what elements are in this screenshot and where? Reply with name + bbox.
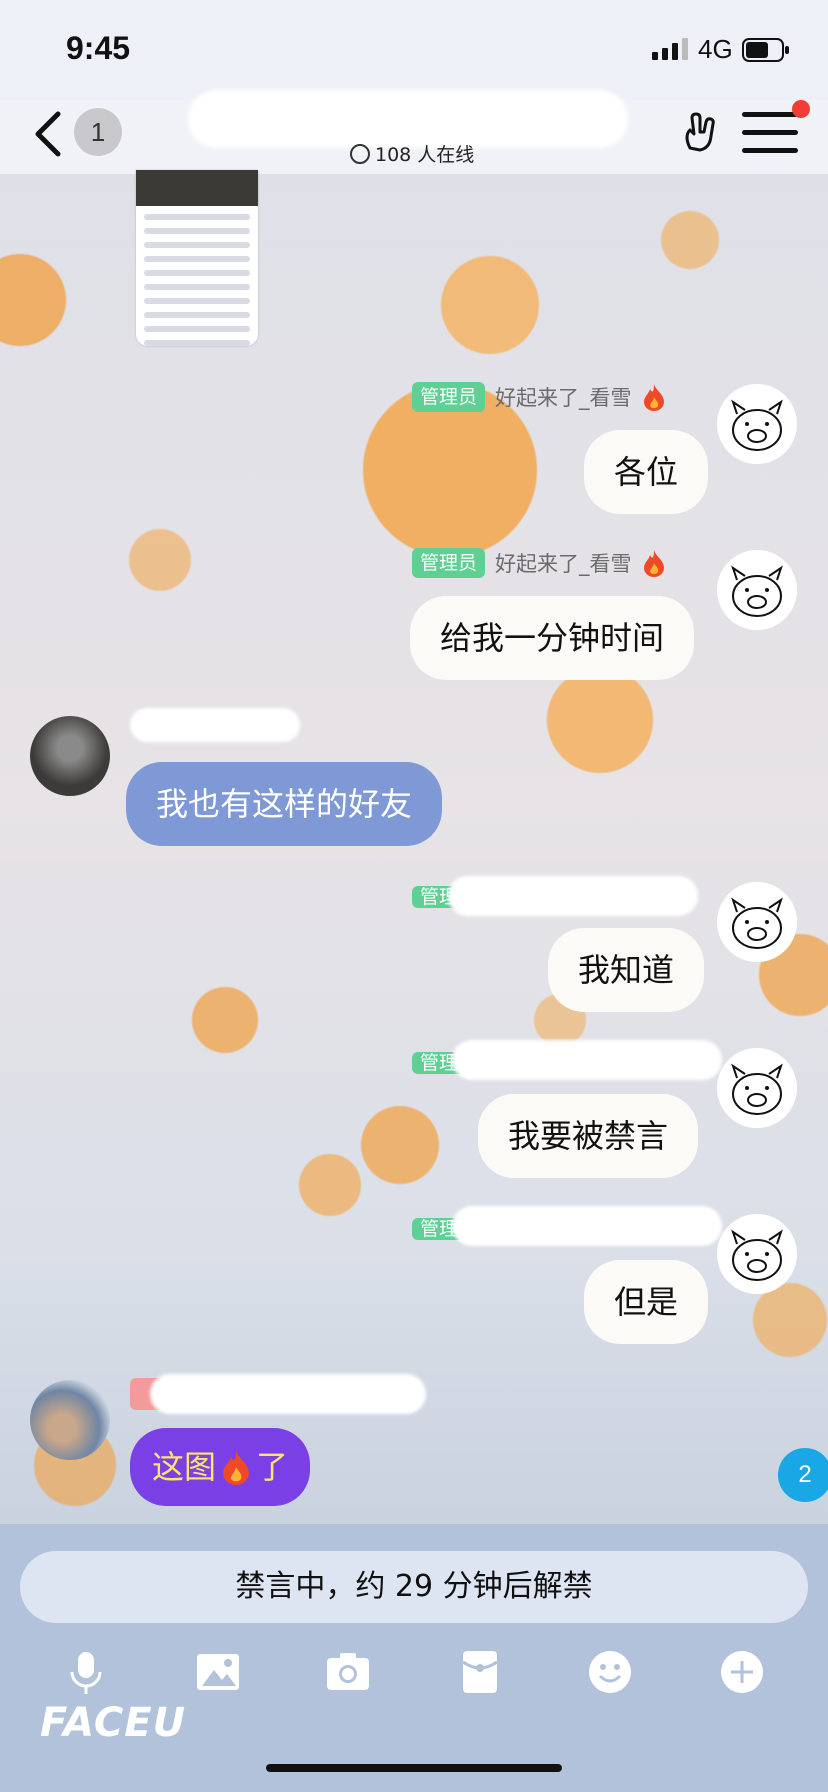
pig-avatar-icon[interactable] <box>717 1048 797 1128</box>
menu-icon[interactable] <box>740 110 800 156</box>
pig-avatar-icon[interactable] <box>717 550 797 630</box>
pig-avatar-icon[interactable] <box>717 384 797 464</box>
image-icon[interactable] <box>194 1648 242 1696</box>
hand-gesture-icon[interactable] <box>682 110 722 154</box>
mute-notice: 禁言中，约 29 分钟后解禁 <box>20 1551 808 1623</box>
sender-name: 好起来了_看雪 <box>495 386 632 410</box>
user-avatar[interactable] <box>30 716 110 796</box>
home-indicator[interactable] <box>266 1764 562 1772</box>
sender-name-redacted <box>452 1040 722 1080</box>
sender-name-redacted <box>150 1374 426 1414</box>
online-count-text: 108 人在线 <box>375 144 475 166</box>
faceu-watermark: FACEU <box>40 1700 187 1746</box>
back-arrow-icon[interactable] <box>28 106 68 162</box>
message-bubble[interactable]: 这图 了 <box>130 1428 311 1506</box>
fire-icon <box>223 1450 249 1485</box>
notification-dot <box>792 100 810 118</box>
sender-name-redacted <box>448 876 698 916</box>
fire-icon <box>643 384 664 411</box>
message-header: 管理员 好起来了_看雪 <box>412 382 666 412</box>
sender-name-redacted <box>452 1206 722 1246</box>
message-bubble[interactable]: 我也有这样的好友 <box>126 762 443 846</box>
online-count[interactable]: 108 人在线 <box>350 140 474 167</box>
back-unread-badge[interactable]: 1 <box>74 108 122 156</box>
admin-tag: 管理员 <box>412 548 486 578</box>
admin-tag: 管理员 <box>412 382 486 412</box>
user-avatar[interactable] <box>30 1380 110 1460</box>
online-dropdown-icon <box>350 144 370 164</box>
sender-name-redacted <box>130 708 300 742</box>
message-bubble[interactable]: 给我一分钟时间 <box>410 596 695 680</box>
pig-avatar-icon[interactable] <box>717 1214 797 1294</box>
battery-icon <box>742 38 789 62</box>
camera-icon[interactable] <box>324 1648 372 1696</box>
signal-icon <box>652 38 688 60</box>
fire-icon <box>643 550 664 577</box>
microphone-icon[interactable] <box>62 1648 110 1696</box>
message-text: 了 <box>256 1448 289 1486</box>
message-header: 管理员 好起来了_看雪 <box>412 548 666 578</box>
unread-count-badge[interactable]: 2 <box>778 1448 828 1502</box>
pig-avatar-icon[interactable] <box>717 882 797 962</box>
message-bubble[interactable]: 各位 <box>584 430 709 514</box>
emoji-icon[interactable] <box>586 1648 634 1696</box>
status-time: 9:45 <box>66 30 131 66</box>
image-message[interactable] <box>136 170 258 346</box>
message-bubble[interactable]: 我要被禁言 <box>478 1094 699 1178</box>
message-text: 这图 <box>152 1448 217 1486</box>
message-bubble[interactable]: 但是 <box>584 1260 709 1344</box>
red-packet-icon[interactable] <box>456 1648 504 1696</box>
message-bubble[interactable]: 我知道 <box>548 928 705 1012</box>
sender-name: 好起来了_看雪 <box>495 552 632 576</box>
network-type: 4G <box>698 34 733 64</box>
plus-icon[interactable] <box>718 1648 766 1696</box>
